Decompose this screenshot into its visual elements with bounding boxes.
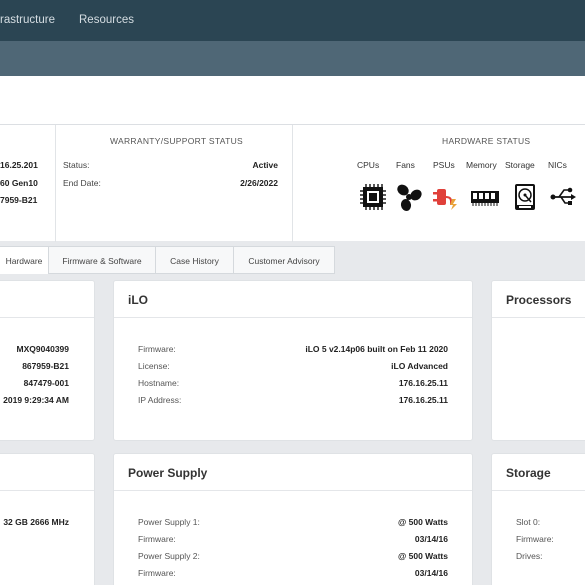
- tab-hardware[interactable]: Hardware: [0, 246, 49, 274]
- system-card: MXQ9040399 867959-B21 847479-001 2019 9:…: [0, 280, 95, 441]
- hw-label-storage: Storage: [505, 160, 535, 170]
- power-supply-2-label: Power Supply 2:: [138, 551, 200, 561]
- card-divider: [114, 490, 472, 491]
- nav-infrastructure[interactable]: rastructure: [0, 0, 55, 41]
- card-divider: [0, 317, 94, 318]
- device-model-value: 60 Gen10: [0, 178, 38, 188]
- memory-card: 32 GB 2666 MHz: [0, 453, 95, 585]
- nav-resources[interactable]: Resources: [79, 0, 134, 41]
- hw-label-psus: PSUs: [433, 160, 455, 170]
- power-supply-1-label: Power Supply 1:: [138, 517, 200, 527]
- warranty-status-value: Active: [252, 160, 278, 170]
- page-header-area: [0, 76, 585, 124]
- storage-card-title: Storage: [506, 466, 551, 480]
- hw-label-memory: Memory: [466, 160, 497, 170]
- warranty-section-title: WARRANTY/SUPPORT STATUS: [110, 136, 243, 146]
- processors-card: Processors: [491, 280, 585, 441]
- warranty-status-label: Status:: [63, 160, 90, 170]
- memory-icon[interactable]: [470, 183, 500, 211]
- ilo-hostname-value: 176.16.25.11: [398, 378, 448, 388]
- ilo-card-title: iLO: [128, 293, 148, 307]
- device-summary-panel: 16.25.201 60 Gen10 7959-B21 WARRANTY/SUP…: [0, 124, 585, 242]
- processors-card-title: Processors: [506, 293, 572, 307]
- hardware-section-title: HARDWARE STATUS: [442, 136, 531, 146]
- sub-header-bar: [0, 41, 585, 76]
- card-divider: [492, 490, 585, 491]
- warranty-end-date-label: End Date:: [63, 178, 101, 188]
- ilo-license-label: License:: [138, 361, 170, 371]
- power-supply-1-value: @ 500 Watts: [397, 517, 448, 527]
- summary-divider: [55, 125, 56, 242]
- power-supply-2-value: @ 500 Watts: [397, 551, 448, 561]
- tab-customer-advisory[interactable]: Customer Advisory: [233, 246, 335, 274]
- storage-slot-label: Slot 0:: [516, 517, 541, 527]
- ilo-license-value: iLO Advanced: [391, 361, 448, 371]
- device-ip-value: 16.25.201: [0, 160, 38, 170]
- storage-icon[interactable]: [510, 183, 540, 211]
- nic-icon[interactable]: [549, 183, 579, 211]
- tab-firmware-software[interactable]: Firmware & Software: [48, 246, 156, 274]
- warranty-end-date-value: 2/26/2022: [240, 178, 278, 188]
- device-part-number-value: 7959-B21: [0, 195, 38, 205]
- card-divider: [492, 317, 585, 318]
- hw-label-fans: Fans: [396, 160, 415, 170]
- product-id-value: 867959-B21: [22, 361, 69, 371]
- summary-divider: [292, 125, 293, 242]
- tab-case-history[interactable]: Case History: [155, 246, 234, 274]
- hw-label-cpus: CPUs: [357, 160, 380, 170]
- fan-icon[interactable]: [394, 183, 424, 211]
- power-supply-1-firmware-value: 03/14/16: [414, 534, 448, 544]
- memory-size-value: 32 GB 2666 MHz: [3, 517, 69, 527]
- power-supply-card-title: Power Supply: [128, 466, 208, 480]
- ilo-hostname-label: Hostname:: [138, 378, 180, 388]
- top-navigation: rastructure Resources: [0, 0, 585, 41]
- power-supply-2-firmware-label: Firmware:: [138, 568, 176, 578]
- storage-drives-label: Drives:: [516, 551, 543, 561]
- cpu-icon[interactable]: [358, 183, 388, 211]
- ilo-card: iLO Firmware: iLO 5 v2.14p06 built on Fe…: [113, 280, 473, 441]
- serial-number-value: MXQ9040399: [16, 344, 69, 354]
- spare-part-value: 847479-001: [23, 378, 69, 388]
- power-supply-icon[interactable]: [431, 183, 461, 211]
- detail-tabs: Hardware Firmware & Software Case Histor…: [0, 246, 585, 274]
- ilo-ip-address-label: IP Address:: [138, 395, 182, 405]
- hw-label-nics: NICs: [548, 160, 567, 170]
- ilo-firmware-label: Firmware:: [138, 344, 176, 354]
- power-supply-1-firmware-label: Firmware:: [138, 534, 176, 544]
- card-divider: [0, 490, 94, 491]
- power-supply-2-firmware-value: 03/14/16: [414, 568, 448, 578]
- power-supply-card: Power Supply Power Supply 1: @ 500 Watts…: [113, 453, 473, 585]
- storage-firmware-label: Firmware:: [516, 534, 554, 544]
- ilo-ip-address-value: 176.16.25.11: [398, 395, 448, 405]
- last-updated-value: 2019 9:29:34 AM: [3, 395, 69, 405]
- card-divider: [114, 317, 472, 318]
- ilo-firmware-value: iLO 5 v2.14p06 built on Feb 11 2020: [305, 344, 448, 354]
- storage-card: Storage Slot 0: Firmware: Drives:: [491, 453, 585, 585]
